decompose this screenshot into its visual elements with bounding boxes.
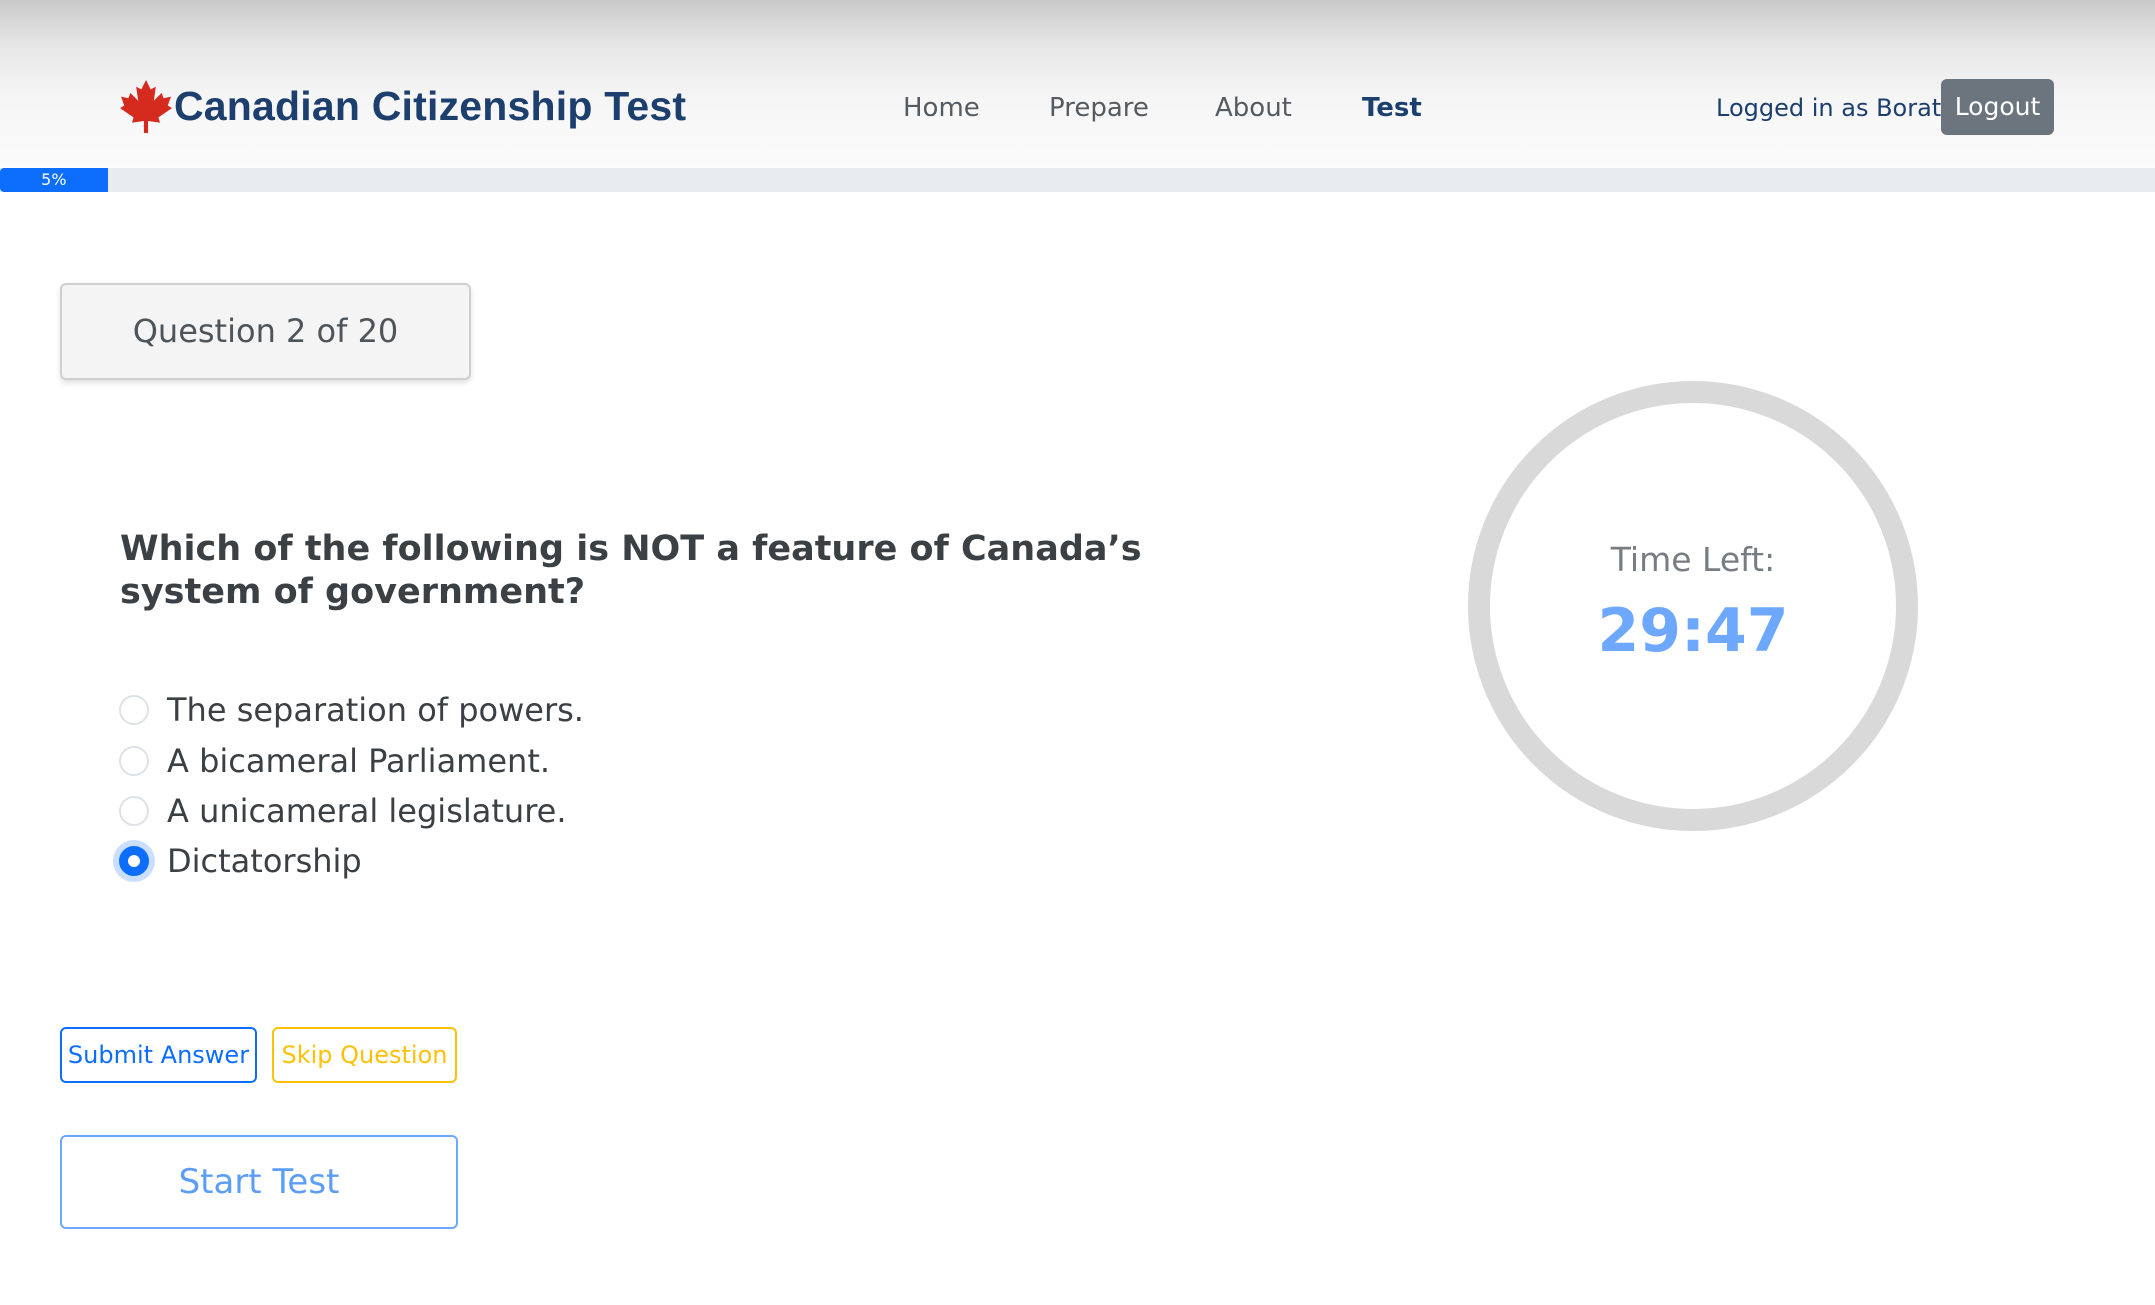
nav-about-link[interactable]: About xyxy=(1215,88,1292,128)
timer-label: Time Left: xyxy=(1610,540,1776,579)
option-4-radio[interactable] xyxy=(119,846,149,876)
start-test-button[interactable]: Start Test xyxy=(60,1135,458,1229)
top-navbar: Canadian Citizenship Test Home Prepare A… xyxy=(0,0,2155,168)
option-3-label: A unicameral legislature. xyxy=(167,792,567,830)
answer-option-4[interactable]: Dictatorship xyxy=(119,841,362,881)
question-counter-card: Question 2 of 20 xyxy=(60,283,471,380)
question-text: Which of the following is NOT a feature … xyxy=(120,529,1142,612)
brand-link[interactable]: Canadian Citizenship Test xyxy=(120,78,686,134)
option-2-radio[interactable] xyxy=(119,746,149,776)
option-1-radio[interactable] xyxy=(119,695,149,725)
answer-option-2[interactable]: A bicameral Parliament. xyxy=(119,741,550,781)
logout-button[interactable]: Logout xyxy=(1941,79,2054,135)
test-progress-bar: 5% xyxy=(0,168,2155,192)
logged-in-user-text: Logged in as Borat xyxy=(1716,94,1942,122)
progress-fill: 5% xyxy=(0,168,108,192)
answer-option-1[interactable]: The separation of powers. xyxy=(119,690,584,730)
submit-answer-button[interactable]: Submit Answer xyxy=(60,1027,257,1083)
maple-leaf-icon xyxy=(120,80,172,133)
nav-test-link[interactable]: Test xyxy=(1362,88,1422,128)
brand-title: Canadian Citizenship Test xyxy=(174,82,687,129)
nav-home-link[interactable]: Home xyxy=(903,88,980,128)
nav-prepare-link[interactable]: Prepare xyxy=(1049,88,1149,128)
answer-option-3[interactable]: A unicameral legislature. xyxy=(119,791,567,831)
option-4-label: Dictatorship xyxy=(167,842,362,880)
skip-question-button[interactable]: Skip Question xyxy=(272,1027,457,1083)
option-1-label: The separation of powers. xyxy=(167,691,584,729)
option-2-label: A bicameral Parliament. xyxy=(167,742,551,780)
option-3-radio[interactable] xyxy=(119,796,149,826)
timer-value: 29:47 xyxy=(1597,596,1789,666)
